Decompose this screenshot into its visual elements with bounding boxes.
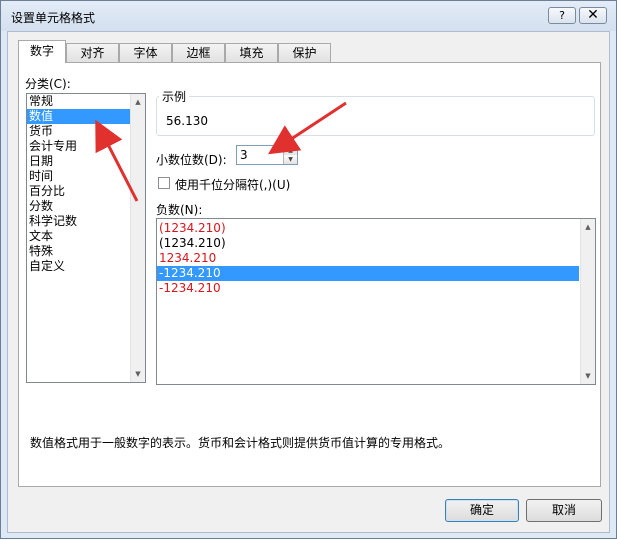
- category-item-text[interactable]: 文本: [27, 229, 145, 244]
- sample-label: 示例: [159, 88, 190, 105]
- negative-numbers-scrollbar[interactable]: ▲ ▼: [580, 219, 595, 384]
- negative-format-item[interactable]: (1234.210): [157, 221, 579, 236]
- sample-value: 56.130: [166, 114, 208, 128]
- tab-protection[interactable]: 保护: [278, 43, 331, 62]
- dialog-title: 设置单元格格式: [11, 11, 96, 25]
- category-item-date[interactable]: 日期: [27, 154, 145, 169]
- cancel-button[interactable]: 取消: [526, 499, 602, 522]
- category-listbox[interactable]: 常规 数值 货币 会计专用 日期 时间 百分比 分数 科学记数 文本 特殊 自定…: [26, 93, 146, 383]
- sample-group: [156, 96, 595, 136]
- title-bar: 设置单元格格式 ? ✕: [1, 1, 616, 31]
- format-cells-dialog: 设置单元格格式 ? ✕ 数字 对齐 字体 边框 填充 保护 分类(C): 常规 …: [0, 0, 617, 539]
- scroll-up-arrow-icon[interactable]: ▲: [581, 220, 595, 234]
- negative-numbers-label: 负数(N):: [156, 203, 203, 217]
- tab-number[interactable]: 数字: [18, 40, 66, 63]
- category-item-accounting[interactable]: 会计专用: [27, 139, 145, 154]
- category-list: 常规 数值 货币 会计专用 日期 时间 百分比 分数 科学记数 文本 特殊 自定…: [27, 94, 145, 274]
- spin-up-icon[interactable]: ▲: [283, 146, 297, 155]
- decimal-places-spin: ▲ ▼: [283, 146, 297, 164]
- category-item-scientific[interactable]: 科学记数: [27, 214, 145, 229]
- category-item-currency[interactable]: 货币: [27, 124, 145, 139]
- thousands-separator-label: 使用千位分隔符(,)(U): [175, 178, 291, 192]
- category-scrollbar[interactable]: ▲ ▼: [130, 94, 145, 382]
- format-description: 数值格式用于一般数字的表示。货币和会计格式则提供货币值计算的专用格式。: [30, 436, 451, 450]
- negative-numbers-listbox[interactable]: (1234.210) (1234.210) 1234.210 -1234.210…: [156, 218, 596, 385]
- ok-button[interactable]: 确定: [445, 499, 519, 522]
- number-tab-panel: 分类(C): 常规 数值 货币 会计专用 日期 时间 百分比 分数 科学记数 文…: [18, 62, 601, 487]
- tab-alignment[interactable]: 对齐: [66, 43, 119, 62]
- category-item-time[interactable]: 时间: [27, 169, 145, 184]
- negative-numbers-list: (1234.210) (1234.210) 1234.210 -1234.210…: [157, 221, 579, 296]
- scroll-up-arrow-icon[interactable]: ▲: [131, 95, 145, 109]
- dialog-body: 数字 对齐 字体 边框 填充 保护 分类(C): 常规 数值 货币 会计专用 日…: [7, 31, 610, 533]
- tab-font[interactable]: 字体: [119, 43, 172, 62]
- category-label: 分类(C):: [25, 77, 71, 91]
- decimal-places-value: 3: [240, 148, 248, 162]
- close-button[interactable]: ✕: [579, 7, 607, 24]
- help-button[interactable]: ?: [548, 7, 576, 24]
- scroll-down-arrow-icon[interactable]: ▼: [581, 369, 595, 383]
- decimal-places-stepper[interactable]: 3 ▲ ▼: [236, 145, 298, 165]
- decimal-places-label: 小数位数(D):: [156, 153, 227, 167]
- scroll-down-arrow-icon[interactable]: ▼: [131, 367, 145, 381]
- thousands-separator-checkbox[interactable]: [158, 177, 170, 189]
- tab-fill[interactable]: 填充: [225, 43, 278, 62]
- spin-down-icon[interactable]: ▼: [283, 155, 297, 164]
- negative-format-item[interactable]: -1234.210: [157, 281, 579, 296]
- tab-border[interactable]: 边框: [172, 43, 225, 62]
- category-item-special[interactable]: 特殊: [27, 244, 145, 259]
- category-item-general[interactable]: 常规: [27, 94, 145, 109]
- negative-format-item[interactable]: (1234.210): [157, 236, 579, 251]
- category-item-number[interactable]: 数值: [27, 109, 145, 124]
- negative-format-item[interactable]: 1234.210: [157, 251, 579, 266]
- category-item-custom[interactable]: 自定义: [27, 259, 145, 274]
- negative-format-item-selected[interactable]: -1234.210: [157, 266, 579, 281]
- category-item-percentage[interactable]: 百分比: [27, 184, 145, 199]
- category-item-fraction[interactable]: 分数: [27, 199, 145, 214]
